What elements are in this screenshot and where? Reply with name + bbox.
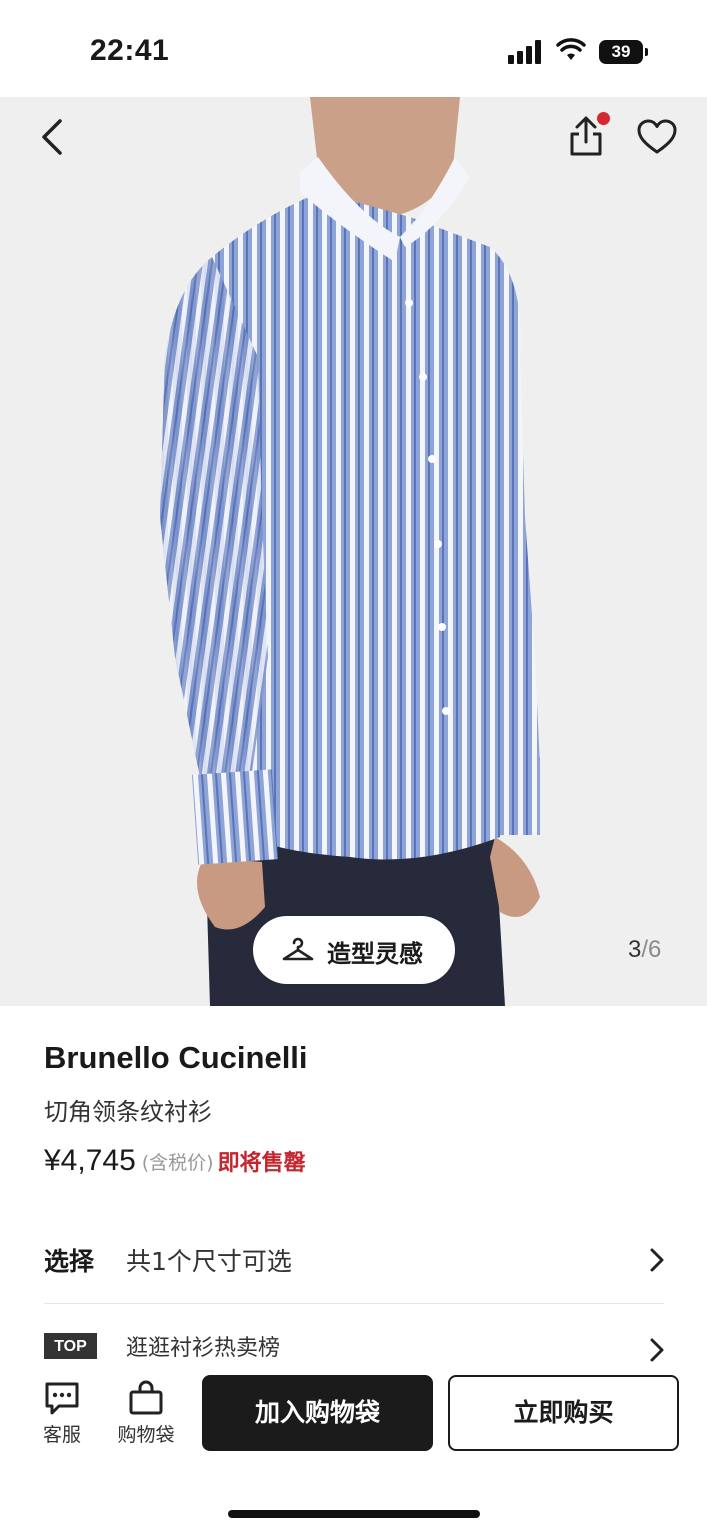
style-inspiration-label: 造型灵感 [327,940,423,968]
status-bar: 22:41 39 [0,0,707,97]
page-current: 3 [628,936,642,963]
battery-nub [645,48,648,56]
page-total: 6 [648,936,662,963]
chat-icon [45,1382,79,1415]
hanger-icon [282,937,314,961]
image-page-indicator: 3/6 [628,936,661,964]
buy-now-button[interactable]: 立即购买 [448,1375,679,1451]
wifi-icon [556,38,586,60]
notification-dot [597,112,610,125]
ranking-text: 逛逛衬衫热卖榜 [126,1336,281,1361]
price: ¥4,745 [44,1144,136,1177]
select-text: 共1个尺寸可选 [126,1247,292,1276]
brand-name[interactable]: Brunello Cucinelli [44,1040,308,1076]
signal-icon [508,40,544,64]
chevron-right-icon [650,1338,664,1362]
add-to-bag-button[interactable]: 加入购物袋 [202,1375,433,1451]
product-photo [0,97,707,1006]
divider [44,1303,664,1304]
bestseller-ranking-row[interactable]: TOP 逛逛衬衫热卖榜 [44,1330,664,1364]
chevron-right-icon [650,1248,664,1272]
customer-service-label: 客服 [42,1424,81,1446]
size-select-row[interactable]: 选择 共1个尺寸可选 [44,1230,664,1290]
product-name: 切角领条纹衬衫 [44,1098,212,1126]
customer-service-button[interactable]: 客服 [27,1380,97,1452]
back-icon[interactable] [34,115,74,159]
product-image-carousel[interactable] [0,97,707,1006]
battery-icon: 39 [599,40,643,64]
home-indicator[interactable] [228,1510,480,1518]
price-row: ¥4,745 (含税价) 即将售罄 [44,1144,306,1184]
shopping-bag-icon [129,1380,163,1415]
shopping-bag-button[interactable]: 购物袋 [111,1380,181,1452]
top-badge: TOP [44,1333,97,1359]
heart-icon[interactable] [636,118,678,156]
tax-note: (含税价) [141,1151,214,1174]
shopping-bag-label: 购物袋 [117,1424,175,1446]
stock-status: 即将售罄 [217,1151,306,1176]
status-time: 22:41 [90,34,170,67]
select-title: 选择 [44,1247,95,1276]
style-inspiration-button[interactable]: 造型灵感 [253,916,455,984]
